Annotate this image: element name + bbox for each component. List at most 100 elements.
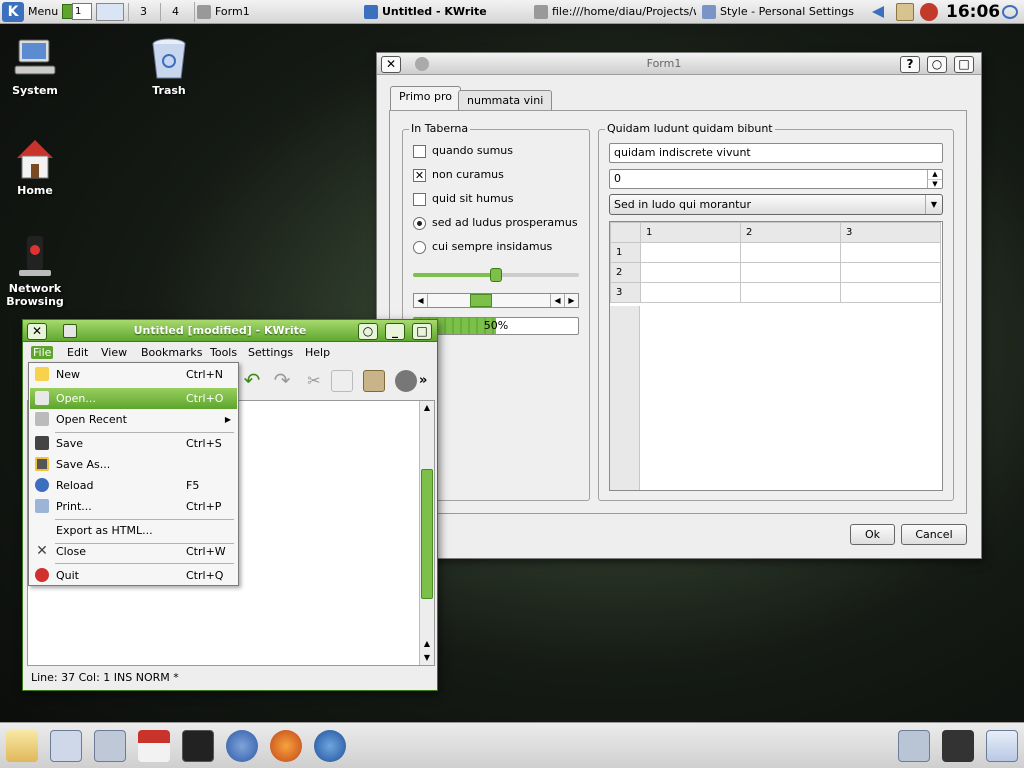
menu-help[interactable]: Help: [305, 346, 330, 359]
task-konqueror[interactable]: file:///home/diau/Projects/wid: [532, 2, 696, 22]
ok-button[interactable]: Ok: [850, 524, 895, 545]
k-menu-icon[interactable]: K: [2, 2, 24, 22]
scroll-up-icon[interactable]: ▲: [420, 637, 434, 651]
tab-nummata-vini[interactable]: nummata vini: [458, 90, 553, 112]
menu-file[interactable]: File: [31, 346, 54, 359]
kwrite-titlebar[interactable]: ✕ Untitled [modified] - KWrite ○ _ □: [23, 320, 437, 342]
slider-handle[interactable]: [490, 268, 502, 282]
shade-icon[interactable]: _: [385, 323, 405, 340]
row-header[interactable]: 1: [610, 242, 641, 263]
konqueror-launcher-icon[interactable]: [226, 730, 258, 762]
table-cell[interactable]: [640, 282, 741, 303]
menu-view[interactable]: View: [101, 346, 127, 359]
menu-edit[interactable]: Edit: [67, 346, 88, 359]
menu-item-open-recent[interactable]: Open Recent ▶: [30, 409, 237, 430]
desktop-icon-trash[interactable]: Trash: [134, 36, 204, 97]
arrow-left-icon[interactable]: [872, 6, 884, 18]
kwrite-icon[interactable]: [63, 324, 77, 338]
desktop-icon-home[interactable]: Home: [0, 136, 70, 197]
horizontal-scrollbar[interactable]: ◀ ◀ ▶: [413, 293, 579, 308]
firefox-launcher-icon[interactable]: [270, 730, 302, 762]
menu-settings[interactable]: Settings: [248, 346, 293, 359]
menu-item-new[interactable]: New Ctrl+N: [30, 364, 237, 385]
spinbox[interactable]: 0 ▲ ▼: [609, 169, 943, 189]
checkbox-non-curamus[interactable]: ✕: [413, 169, 426, 182]
usb-device-icon[interactable]: [898, 730, 930, 762]
cancel-button[interactable]: Cancel: [901, 524, 967, 545]
paste-icon[interactable]: [363, 370, 385, 392]
minimize-icon[interactable]: ○: [927, 56, 947, 73]
form1-titlebar[interactable]: ✕ Form1 ? ○ □: [377, 53, 981, 75]
pager-desktop-2[interactable]: [96, 3, 124, 21]
scrollbar-thumb[interactable]: [421, 469, 433, 599]
table-cell[interactable]: [640, 242, 741, 263]
maximize-icon[interactable]: □: [954, 56, 974, 73]
close-icon[interactable]: ✕: [27, 323, 47, 340]
table-cell[interactable]: [840, 262, 941, 283]
menu-item-save-as[interactable]: Save As...: [30, 454, 237, 475]
trash-icon[interactable]: [986, 730, 1018, 762]
undo-icon[interactable]: ↶: [241, 370, 263, 392]
scroll-left-icon[interactable]: ◀: [414, 294, 428, 307]
scroll-up-icon[interactable]: ▲: [420, 401, 434, 415]
klipper-icon[interactable]: [896, 3, 914, 21]
menu-item-reload[interactable]: Reload F5: [30, 475, 237, 496]
line-edit[interactable]: quidam indiscrete vivunt: [609, 143, 943, 163]
tab-primo-pro[interactable]: Primo pro: [390, 86, 461, 111]
table-cell[interactable]: [740, 262, 841, 283]
menu-item-save[interactable]: Save Ctrl+S: [30, 433, 237, 454]
menu-item-close[interactable]: ✕ Close Ctrl+W: [30, 541, 237, 562]
data-table[interactable]: 1 2 3 1 2 3: [609, 221, 943, 491]
pager-desktop-3[interactable]: 3: [128, 3, 158, 21]
kate-launcher-icon[interactable]: [6, 730, 38, 762]
pager-input[interactable]: 1: [72, 3, 92, 20]
combo-box[interactable]: Sed in ludo qui morantur ▼: [609, 194, 943, 215]
drive-launcher-icon[interactable]: [94, 730, 126, 762]
column-header[interactable]: 3: [840, 222, 941, 243]
terminal-launcher-icon[interactable]: [182, 730, 214, 762]
column-header[interactable]: 2: [740, 222, 841, 243]
redo-icon[interactable]: ↷: [271, 370, 293, 392]
table-cell[interactable]: [640, 262, 741, 283]
pager-desktop-4[interactable]: 4: [160, 3, 190, 21]
table-cell[interactable]: [840, 242, 941, 263]
refresh-icon[interactable]: [1002, 5, 1018, 19]
scroll-right-icon[interactable]: ▶: [564, 294, 578, 307]
spin-up-icon[interactable]: ▲: [927, 170, 942, 179]
cut-icon[interactable]: ✂: [303, 370, 325, 392]
menu-tools[interactable]: Tools: [210, 346, 237, 359]
help-icon[interactable]: ?: [900, 56, 920, 73]
menu-item-quit[interactable]: Quit Ctrl+Q: [30, 565, 237, 586]
menu-item-open[interactable]: Open... Ctrl+O: [30, 388, 237, 409]
scrollbar-thumb[interactable]: [470, 294, 492, 307]
home-launcher-icon[interactable]: [138, 730, 170, 762]
korgac-icon[interactable]: [920, 3, 938, 21]
row-header[interactable]: 3: [610, 282, 641, 303]
table-cell[interactable]: [740, 242, 841, 263]
close-icon[interactable]: ✕: [381, 56, 401, 73]
menu-item-export-html[interactable]: Export as HTML...: [30, 520, 237, 541]
spellcheck-icon[interactable]: [395, 370, 417, 392]
maximize-icon[interactable]: □: [412, 323, 432, 340]
menu-item-print[interactable]: Print... Ctrl+P: [30, 496, 237, 517]
toolbar-more-icon[interactable]: »: [419, 370, 431, 392]
radio-cui-sempre[interactable]: [413, 241, 426, 254]
spin-down-icon[interactable]: ▼: [927, 179, 942, 188]
table-cell[interactable]: [840, 282, 941, 303]
chevron-down-icon[interactable]: ▼: [925, 195, 942, 214]
task-kwrite[interactable]: Untitled - KWrite: [362, 2, 526, 22]
row-header[interactable]: 2: [610, 262, 641, 283]
desktop-icon-system[interactable]: System: [0, 36, 70, 97]
thunderbird-launcher-icon[interactable]: [314, 730, 346, 762]
column-header[interactable]: 1: [640, 222, 741, 243]
table-cell[interactable]: [740, 282, 841, 303]
scroll-left-icon[interactable]: ◀: [550, 294, 564, 307]
checkbox-quid-sit-humus[interactable]: [413, 193, 426, 206]
task-style-settings[interactable]: Style - Personal Settings: [700, 2, 862, 22]
gear-icon[interactable]: [415, 57, 429, 71]
vertical-scrollbar[interactable]: ▲ ▲ ▼: [419, 401, 434, 665]
clock[interactable]: 16:06: [946, 0, 1000, 24]
computer-launcher-icon[interactable]: [50, 730, 82, 762]
task-form1[interactable]: Form1: [194, 2, 344, 22]
minimize-icon[interactable]: ○: [358, 323, 378, 340]
